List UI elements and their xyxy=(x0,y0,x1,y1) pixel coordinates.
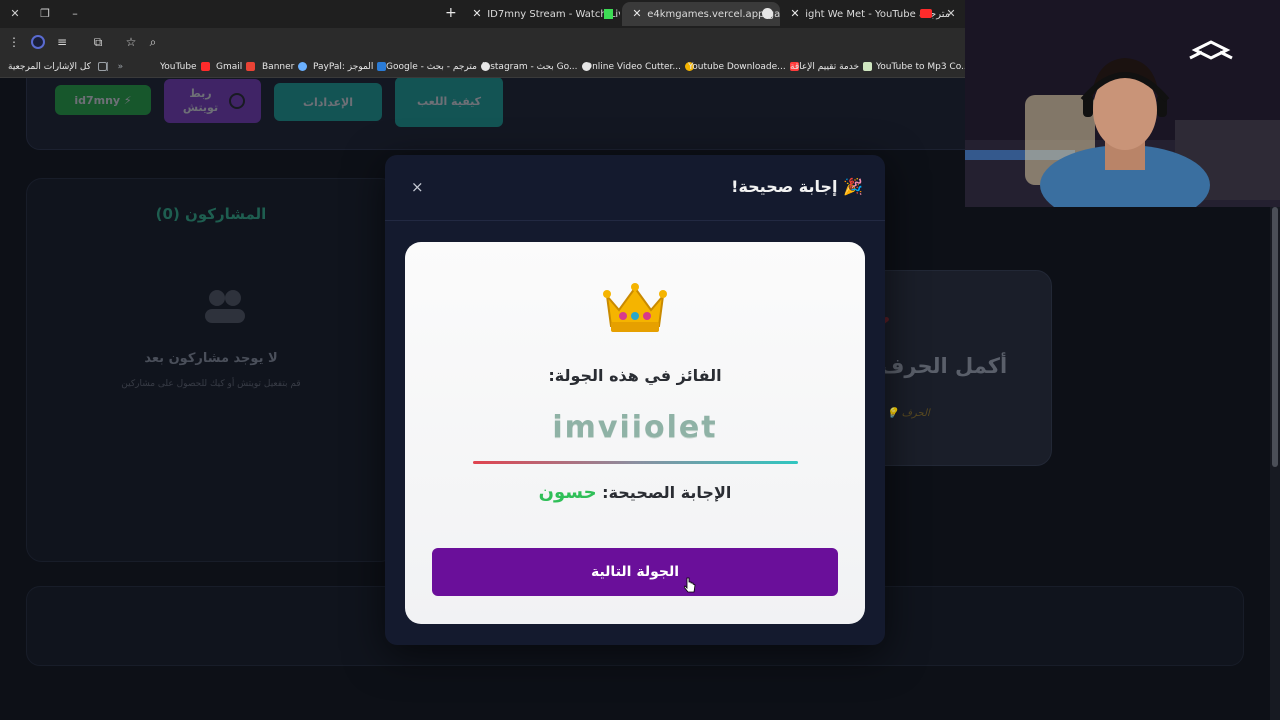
twitch-connect-button[interactable]: ربط تويتش xyxy=(164,79,261,123)
bookmark-video-cutter[interactable]: Online Video Cutter... xyxy=(585,59,695,75)
bookmark-all[interactable]: كل الإشارات المرجعية xyxy=(8,59,107,75)
bookmark-youtube-downloader[interactable]: Youtube Downloade... xyxy=(688,59,799,75)
kick-user-button[interactable]: id7mny ⚡ xyxy=(55,85,151,115)
window-minimize-icon[interactable]: – xyxy=(66,5,84,23)
settings-button[interactable]: الإعدادات xyxy=(274,83,382,121)
mouse-cursor-icon xyxy=(684,577,696,593)
extensions-icon[interactable]: ⧉ xyxy=(89,33,107,51)
bookmark-paypal[interactable]: PayPal: الموجز xyxy=(313,59,387,75)
site-favicon-icon xyxy=(762,8,773,19)
tab-bar: ✕ ❐ – + ✕ ID7mny Stream - Watch Live on … xyxy=(0,0,965,28)
browser-toolbar: ⋮ ≡ ⧉ ☆ ⌕ xyxy=(0,28,965,56)
bookmarks-bar: كل الإشارات المرجعية | » YouTube Gmail B… xyxy=(0,56,983,78)
tab-close-icon[interactable]: ✕ xyxy=(942,5,960,23)
globe-icon xyxy=(298,62,308,71)
modal-title: 🎉 إجابة صحيحة! xyxy=(731,177,863,196)
webcam-overlay xyxy=(965,0,1280,207)
new-tab-button[interactable]: + xyxy=(445,3,457,23)
streamer-video-image xyxy=(965,0,1280,207)
bookmark-google-translate[interactable]: Google - مترجم - بحث xyxy=(386,59,490,75)
how-to-play-button[interactable]: كيفية اللعب xyxy=(395,78,503,127)
answer-label: الإجابة الصحيحة: xyxy=(602,483,732,502)
participants-card: المشاركون (0) لا يوجد مشاركون بعد قم بتف… xyxy=(26,178,396,562)
close-icon[interactable]: × xyxy=(411,179,424,195)
bookmark-instagram[interactable]: instagram - بحث Go... xyxy=(482,59,591,75)
modal-header: 🎉 إجابة صحيحة! × xyxy=(385,155,885,221)
twitch-status-icon xyxy=(228,93,245,109)
participants-empty-text: لا يوجد مشاركون بعد xyxy=(144,351,278,366)
youtube-favicon-icon xyxy=(920,9,932,18)
winner-name: imviiolet xyxy=(552,410,718,445)
answer-value: حسون xyxy=(538,482,597,503)
tab-close-icon[interactable]: ✕ xyxy=(630,2,644,26)
bookmark-disability[interactable]: خدمة تقييم الإعاقة xyxy=(790,59,873,75)
zoom-icon[interactable]: ⌕ xyxy=(144,33,162,51)
tab-id7mny-stream[interactable]: ✕ ID7mny Stream - Watch Live on xyxy=(462,2,620,26)
scrollbar-thumb[interactable] xyxy=(1272,207,1278,467)
top-controls-card: id7mny ⚡ ربط تويتش الإعدادات كيفية اللعب xyxy=(26,78,1030,150)
youtube-icon xyxy=(200,62,210,71)
divider-line xyxy=(473,461,798,464)
participants-hint: قم بتفعيل تويتش أو كيك للحصول على مشاركي… xyxy=(121,379,301,389)
gmail-icon xyxy=(246,62,256,71)
game-title: أكمل الحرف xyxy=(880,354,1008,378)
bookmark-gmail[interactable]: Gmail xyxy=(216,59,256,75)
bookmark-banner[interactable]: Banner xyxy=(262,59,308,75)
game-hint: 💡 الحرف xyxy=(886,408,930,419)
tab-youtube[interactable]: ✕ ight We Met - YouTube مترجمة xyxy=(780,2,965,26)
site-icon xyxy=(863,62,873,71)
bookmark-youtube[interactable]: YouTube xyxy=(160,59,210,75)
next-round-button[interactable]: الجولة التالية xyxy=(432,548,838,596)
tab-close-icon[interactable]: ✕ xyxy=(788,2,802,26)
result-card: الفائز في هذه الجولة: imviiolet الإجابة … xyxy=(405,242,865,624)
page-scrollbar[interactable] xyxy=(1270,205,1280,720)
media-controls-icon[interactable]: ≡ xyxy=(53,33,71,51)
kick-favicon-icon xyxy=(604,9,613,19)
window-restore-icon[interactable]: ❐ xyxy=(36,5,54,23)
correct-answer-row: الإجابة الصحيحة: حسون xyxy=(405,482,865,503)
crown-icon xyxy=(603,283,667,332)
window-close-icon[interactable]: ✕ xyxy=(6,5,24,23)
winner-label: الفائز في هذه الجولة: xyxy=(548,366,722,385)
menu-dots-icon[interactable]: ⋮ xyxy=(5,33,23,51)
correct-answer-modal: 🎉 إجابة صحيحة! × الفائز في هذه الجولة: i… xyxy=(385,155,885,645)
participants-title: المشاركون (0) xyxy=(155,205,267,223)
tab-close-icon[interactable]: ✕ xyxy=(470,2,484,26)
bookmarks-overflow[interactable]: | » xyxy=(106,59,123,75)
tab-title: e4kmgames.vercel.app/games/ xyxy=(647,9,780,20)
tab-e4kmgames[interactable]: ✕ e4kmgames.vercel.app/games/ xyxy=(622,2,780,26)
bookmark-star-icon[interactable]: ☆ xyxy=(122,33,140,51)
profile-avatar-icon[interactable] xyxy=(29,33,47,51)
users-icon xyxy=(205,290,245,323)
tab-title: ID7mny Stream - Watch Live on xyxy=(487,9,620,20)
